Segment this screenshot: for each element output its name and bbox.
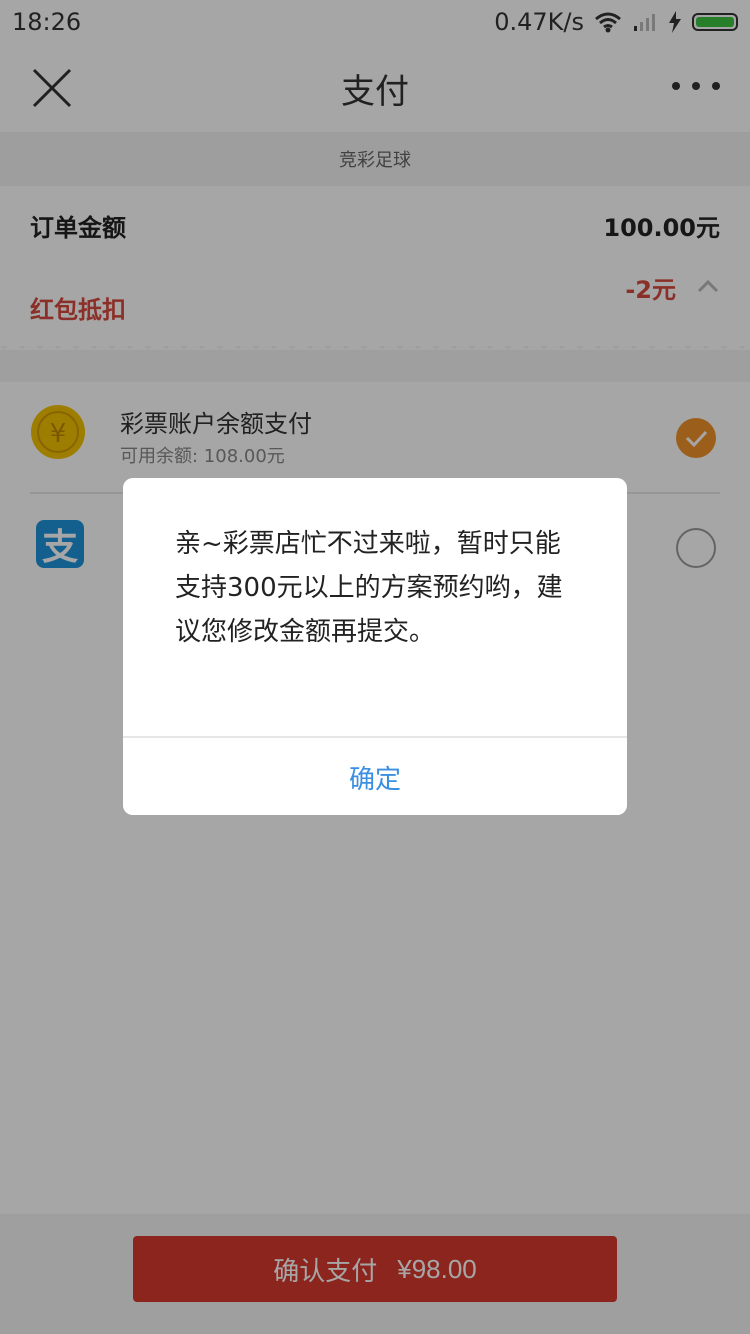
dialog-ok-button[interactable]: 确定	[123, 740, 627, 815]
dialog-message: 亲~彩票店忙不过来啦，暂时只能支持300元以上的方案预约哟，建议您修改金额再提交…	[175, 529, 563, 647]
alert-dialog: 亲~彩票店忙不过来啦，暂时只能支持300元以上的方案预约哟，建议您修改金额再提交…	[123, 478, 627, 815]
dialog-divider	[123, 736, 627, 738]
